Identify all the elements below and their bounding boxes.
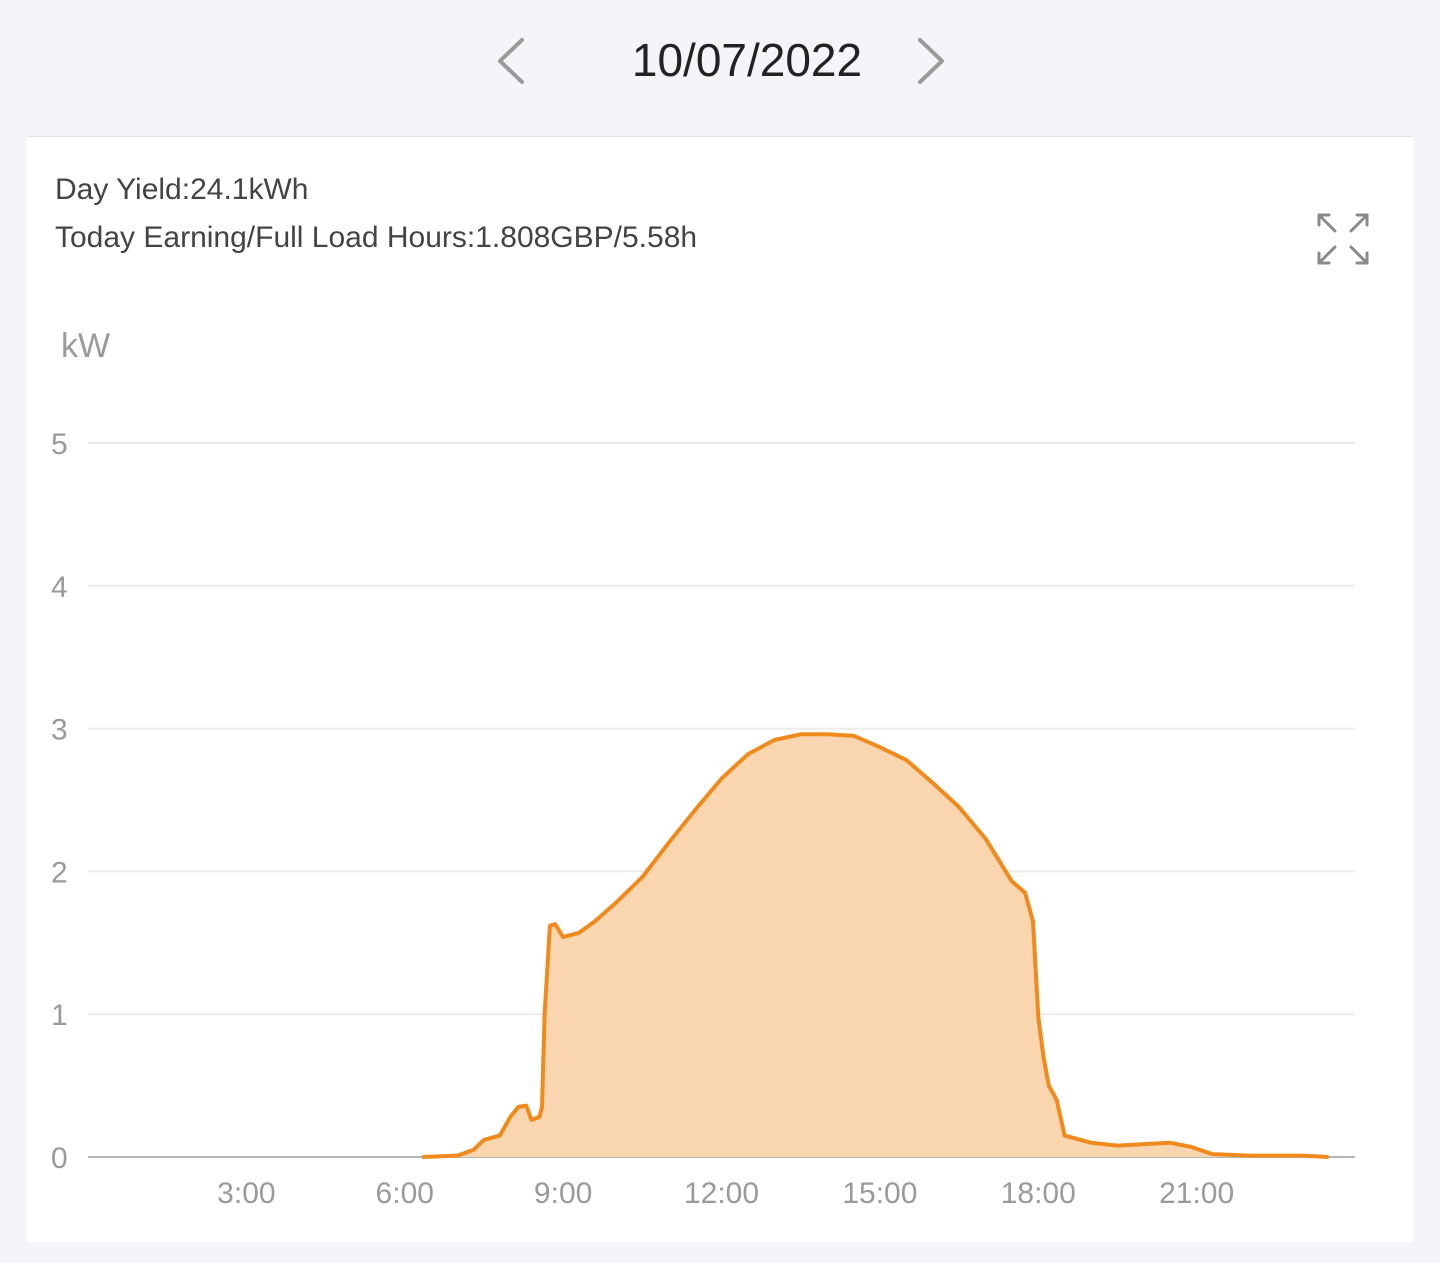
x-tick-label: 6:00 xyxy=(376,1177,434,1210)
x-tick-label: 18:00 xyxy=(1001,1177,1076,1210)
y-tick-label: 5 xyxy=(51,428,68,461)
chart-card: Day Yield:24.1kWh Today Earning/Full Loa… xyxy=(27,137,1413,1242)
x-tick-label: 3:00 xyxy=(217,1177,275,1210)
selected-date[interactable]: 10/07/2022 xyxy=(547,30,947,90)
x-tick-label: 21:00 xyxy=(1159,1177,1234,1210)
date-navigator: 10/07/2022 xyxy=(27,0,1413,137)
y-tick-label: 2 xyxy=(51,856,68,889)
power-area-fill xyxy=(422,734,1329,1157)
y-axis-label: kW xyxy=(61,327,110,365)
y-tick-label: 1 xyxy=(51,999,68,1032)
yield-chart: kW 0 1 2 3 4 5 3:00 6:00 9:00 12:00 15:00 18:00 21:00 xyxy=(51,327,1355,1210)
chevron-left-icon[interactable] xyxy=(492,36,532,86)
y-tick-label: 4 xyxy=(51,571,68,604)
y-tick-label: 0 xyxy=(51,1142,68,1175)
x-tick-label: 12:00 xyxy=(684,1177,759,1210)
chevron-right-icon[interactable] xyxy=(910,36,950,86)
x-tick-label: 9:00 xyxy=(534,1177,592,1210)
x-tick-label: 15:00 xyxy=(842,1177,917,1210)
y-tick-label: 3 xyxy=(51,714,68,747)
